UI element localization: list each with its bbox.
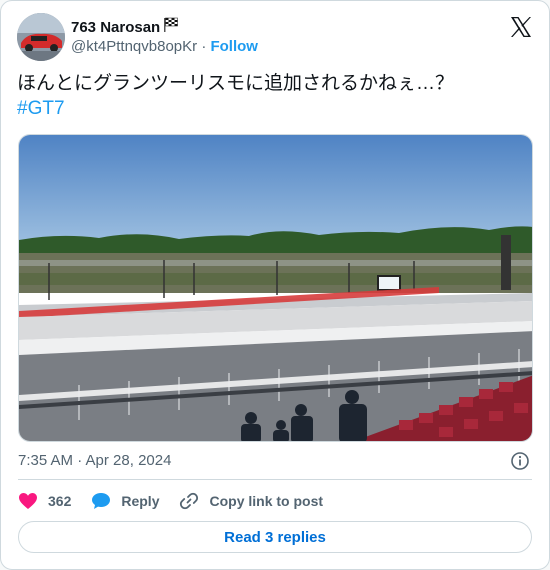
author-handle[interactable]: @kt4Pttnqvb8opKr	[71, 38, 197, 55]
separator-dot: ·	[201, 38, 207, 55]
checkered-flag-icon	[162, 17, 180, 37]
reply-button[interactable]: Reply	[91, 492, 159, 510]
tweet-photo[interactable]	[18, 134, 533, 442]
x-logo-icon[interactable]	[509, 15, 533, 39]
read-replies-button[interactable]: Read 3 replies	[18, 521, 532, 553]
racetrack-photo	[19, 135, 532, 441]
author-handle-row: @kt4Pttnqvb8opKr · Follow	[71, 38, 258, 55]
copy-link-button[interactable]: Copy link to post	[179, 491, 323, 511]
read-replies-label: Read 3 replies	[224, 528, 326, 546]
author-name-row[interactable]: 763 Narosan	[71, 17, 180, 37]
tweet-timestamp[interactable]: 7:35 AM · Apr 28, 2024	[18, 452, 171, 469]
info-icon[interactable]	[510, 451, 530, 471]
reply-label: Reply	[121, 493, 160, 509]
tweet-card: 763 Narosan @kt4Pttnqvb8opKr · Follow ほん…	[0, 0, 550, 570]
reply-bubble-icon	[92, 493, 111, 509]
tweet-body: ほんとにグランツーリスモに追加されるかねぇ…？	[17, 73, 455, 94]
divider	[18, 479, 532, 480]
heart-icon	[19, 493, 37, 509]
like-button[interactable]: 362	[18, 492, 71, 510]
link-icon	[180, 492, 199, 510]
tweet-text: ほんとにグランツーリスモに追加されるかねぇ…？ #GT7	[17, 71, 533, 121]
action-bar: 362 Reply Copy link to post	[18, 489, 343, 513]
hashtag-link[interactable]: #GT7	[17, 96, 533, 121]
like-count: 362	[48, 493, 72, 509]
author-display-name[interactable]: 763 Narosan	[71, 19, 160, 36]
tweet-header: 763 Narosan @kt4Pttnqvb8opKr · Follow	[17, 13, 533, 63]
follow-button[interactable]: Follow	[210, 38, 258, 55]
copy-link-label: Copy link to post	[209, 493, 324, 509]
avatar[interactable]	[17, 13, 65, 61]
